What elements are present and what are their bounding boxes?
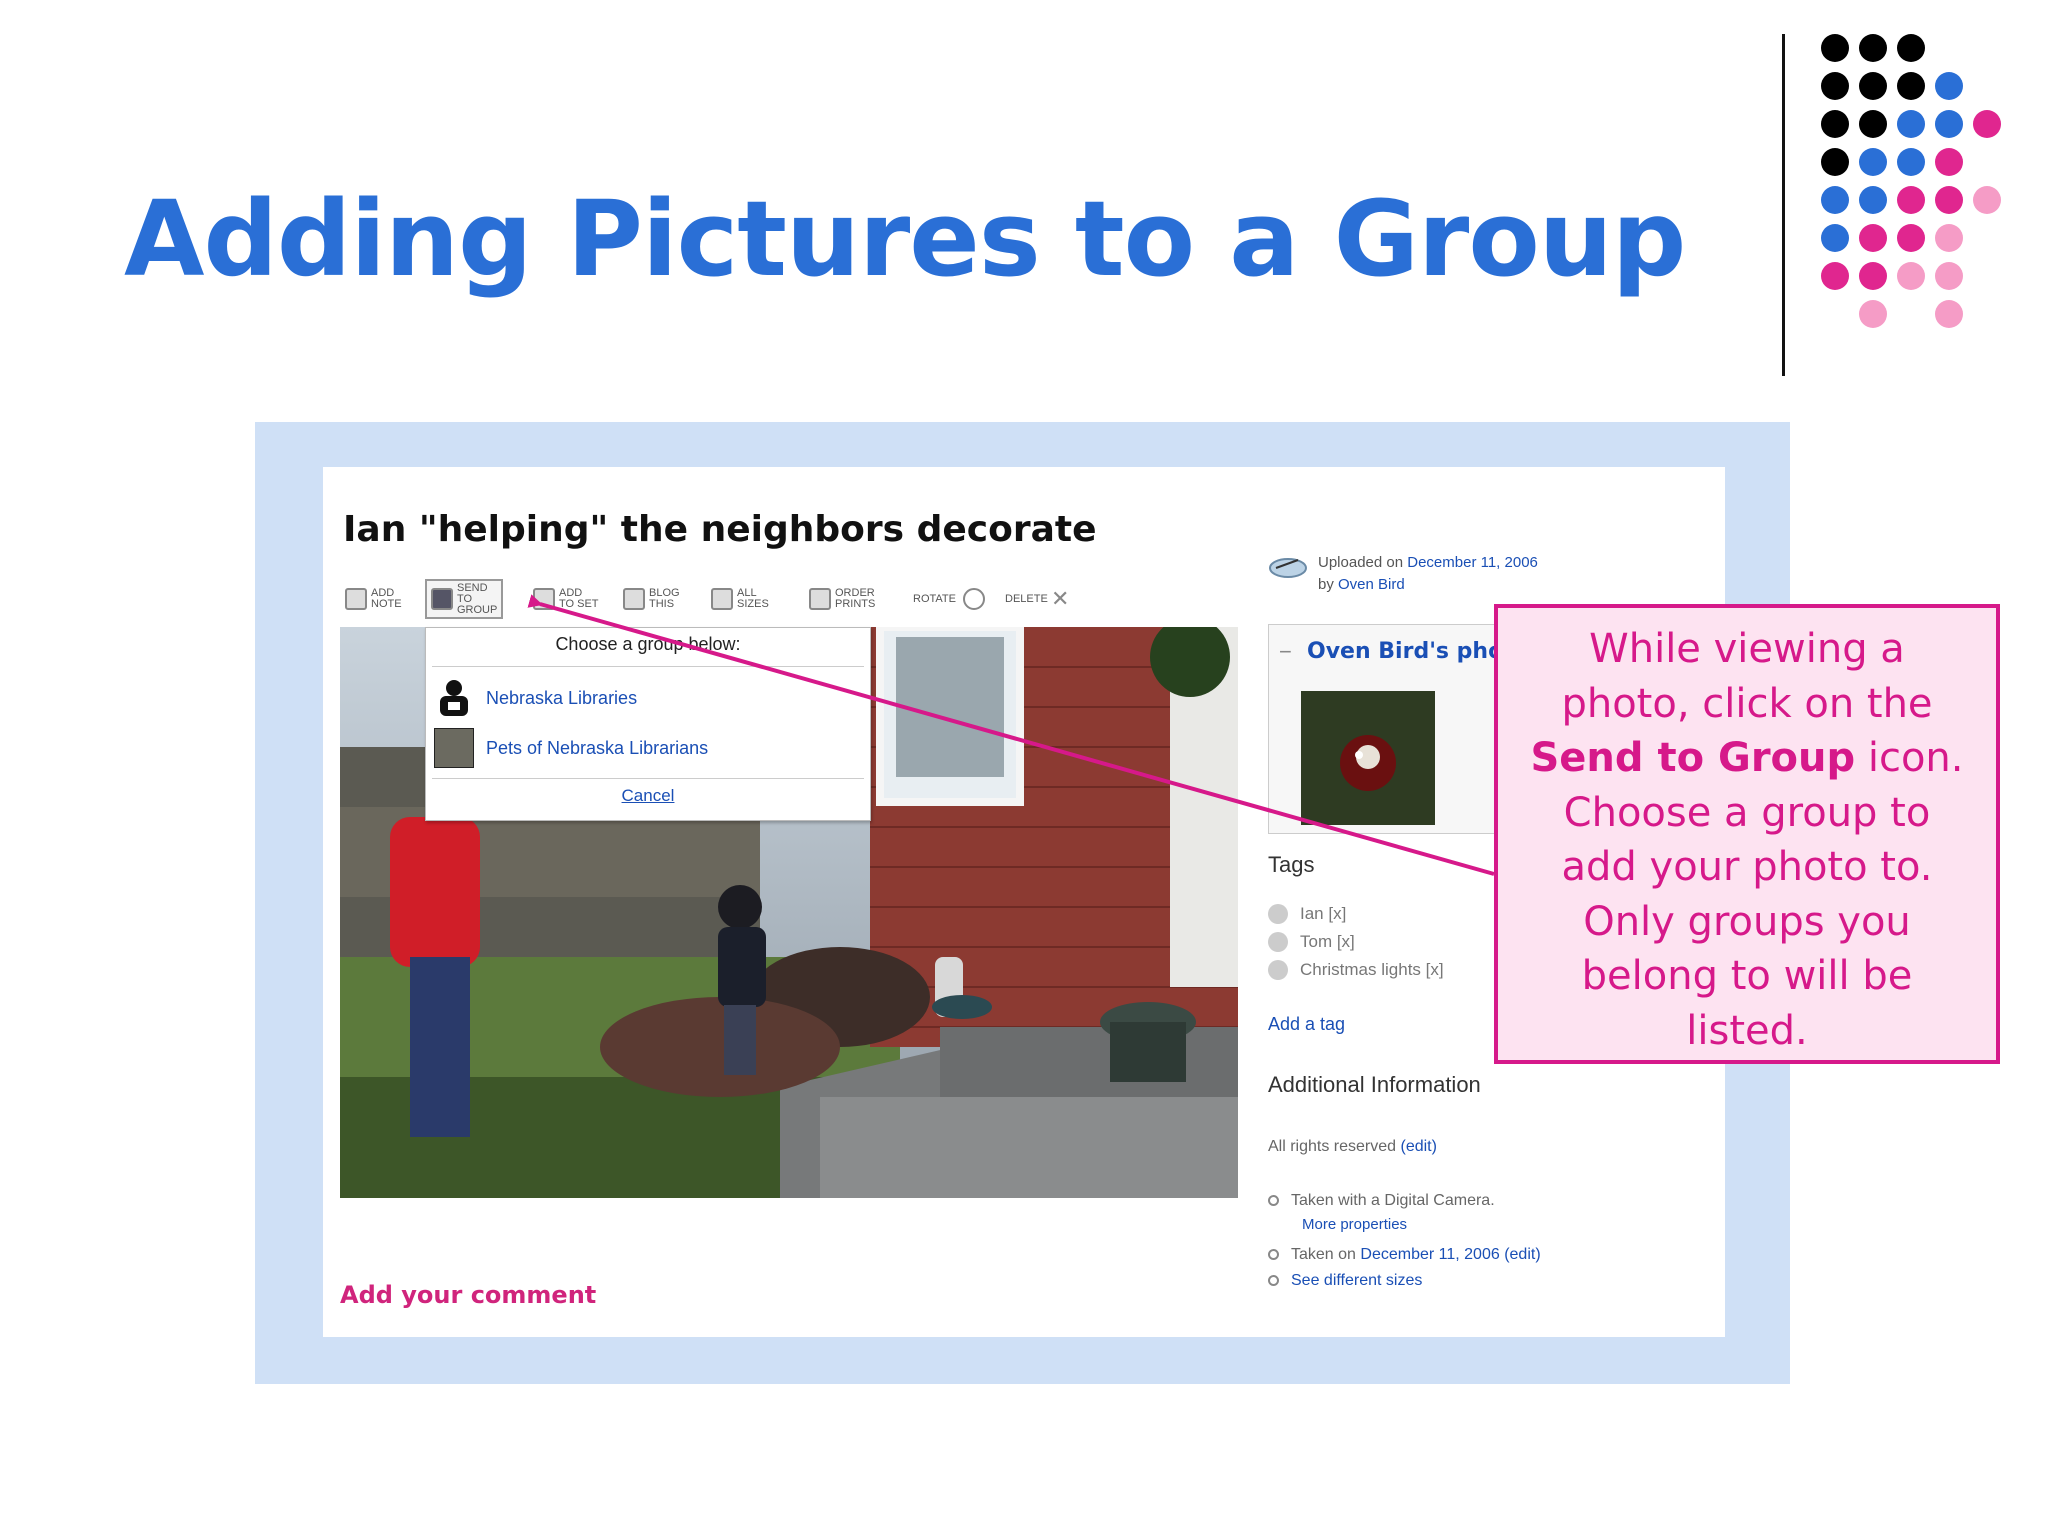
photostream-thumbnail[interactable]	[1301, 691, 1435, 825]
tag-icon	[1268, 932, 1288, 952]
taken-on-info: Taken on December 11, 2006 (edit)	[1268, 1246, 1541, 1264]
delete-icon: ✕	[1051, 586, 1070, 611]
choose-group-popup: Choose a group below: Nebraska Libraries…	[425, 627, 871, 821]
collapse-icon[interactable]: −	[1279, 639, 1292, 665]
upload-date-link[interactable]: December 11, 2006	[1407, 554, 1538, 571]
popup-heading: Choose a group below:	[555, 634, 741, 654]
tag-item[interactable]: Ian [x]	[1268, 904, 1346, 924]
group-avatar-icon	[434, 678, 474, 718]
tag-item[interactable]: Christmas lights [x]	[1268, 960, 1444, 980]
order-prints-button[interactable]: ORDER PRINTS	[809, 579, 875, 619]
group-avatar-icon	[434, 728, 474, 768]
bullet-icon	[1268, 1249, 1279, 1261]
order-prints-icon	[809, 588, 831, 610]
see-sizes-link[interactable]: See different sizes	[1291, 1272, 1422, 1289]
tags-heading: Tags	[1268, 852, 1315, 877]
slide-title: Adding Pictures to a Group	[124, 178, 1686, 300]
add-tag-link[interactable]: Add a tag	[1268, 1014, 1345, 1035]
add-note-button[interactable]: ADD NOTE	[345, 579, 411, 619]
add-note-icon	[345, 588, 367, 610]
cancel-link[interactable]: Cancel	[426, 786, 870, 806]
group-option-pets-of-nebraska-librarians[interactable]: Pets of Nebraska Librarians	[434, 726, 708, 770]
sizes-info: See different sizes	[1268, 1272, 1422, 1290]
send-to-group-icon	[431, 588, 453, 610]
callout-send-line: Send to Group icon.	[1530, 735, 1964, 781]
rotate-icon	[963, 588, 985, 610]
upload-icon	[1269, 558, 1307, 578]
add-to-set-icon	[533, 588, 555, 610]
rights-info: All rights reserved (edit)	[1268, 1138, 1437, 1155]
owner-link[interactable]: Oven Bird	[1338, 576, 1405, 593]
taken-on-date-link[interactable]: December 11, 2006	[1360, 1246, 1499, 1263]
title-divider	[1782, 34, 1785, 376]
tag-item[interactable]: Tom [x]	[1268, 932, 1355, 952]
more-properties-link[interactable]: More properties	[1302, 1216, 1407, 1233]
instruction-callout: While viewing a photo, click on the Send…	[1494, 604, 2000, 1064]
tag-icon	[1268, 960, 1288, 980]
add-to-set-button[interactable]: ADD TO SET	[533, 579, 599, 619]
tag-icon	[1268, 904, 1288, 924]
bullet-icon	[1268, 1195, 1279, 1207]
taken-on-edit-link[interactable]: (edit)	[1504, 1246, 1540, 1263]
rotate-button[interactable]: ROTATE	[913, 579, 985, 619]
all-sizes-icon	[711, 588, 733, 610]
popup-divider	[432, 778, 864, 779]
additional-info-heading: Additional Information	[1268, 1072, 1481, 1097]
photo-title: Ian "helping" the neighbors decorate	[343, 509, 1097, 550]
rights-edit-link[interactable]: (edit)	[1401, 1138, 1437, 1155]
group-option-nebraska-libraries[interactable]: Nebraska Libraries	[434, 676, 637, 720]
blog-this-icon	[623, 588, 645, 610]
add-comment-heading: Add your comment	[340, 1281, 597, 1309]
camera-info: Taken with a Digital Camera.	[1268, 1192, 1495, 1210]
popup-divider	[432, 666, 864, 667]
photo-toolbar: ADD NOTE SEND TO GROUP ADD TO SET BLOG T…	[345, 579, 1085, 619]
bullet-icon	[1268, 1275, 1279, 1287]
all-sizes-button[interactable]: ALL SIZES	[711, 579, 777, 619]
blog-this-button[interactable]: BLOG THIS	[623, 579, 689, 619]
delete-button[interactable]: DELETE ✕	[1005, 579, 1069, 619]
send-to-group-button[interactable]: SEND TO GROUP	[425, 579, 503, 619]
upload-info: Uploaded on December 11, 2006 by Oven Bi…	[1318, 554, 1538, 593]
